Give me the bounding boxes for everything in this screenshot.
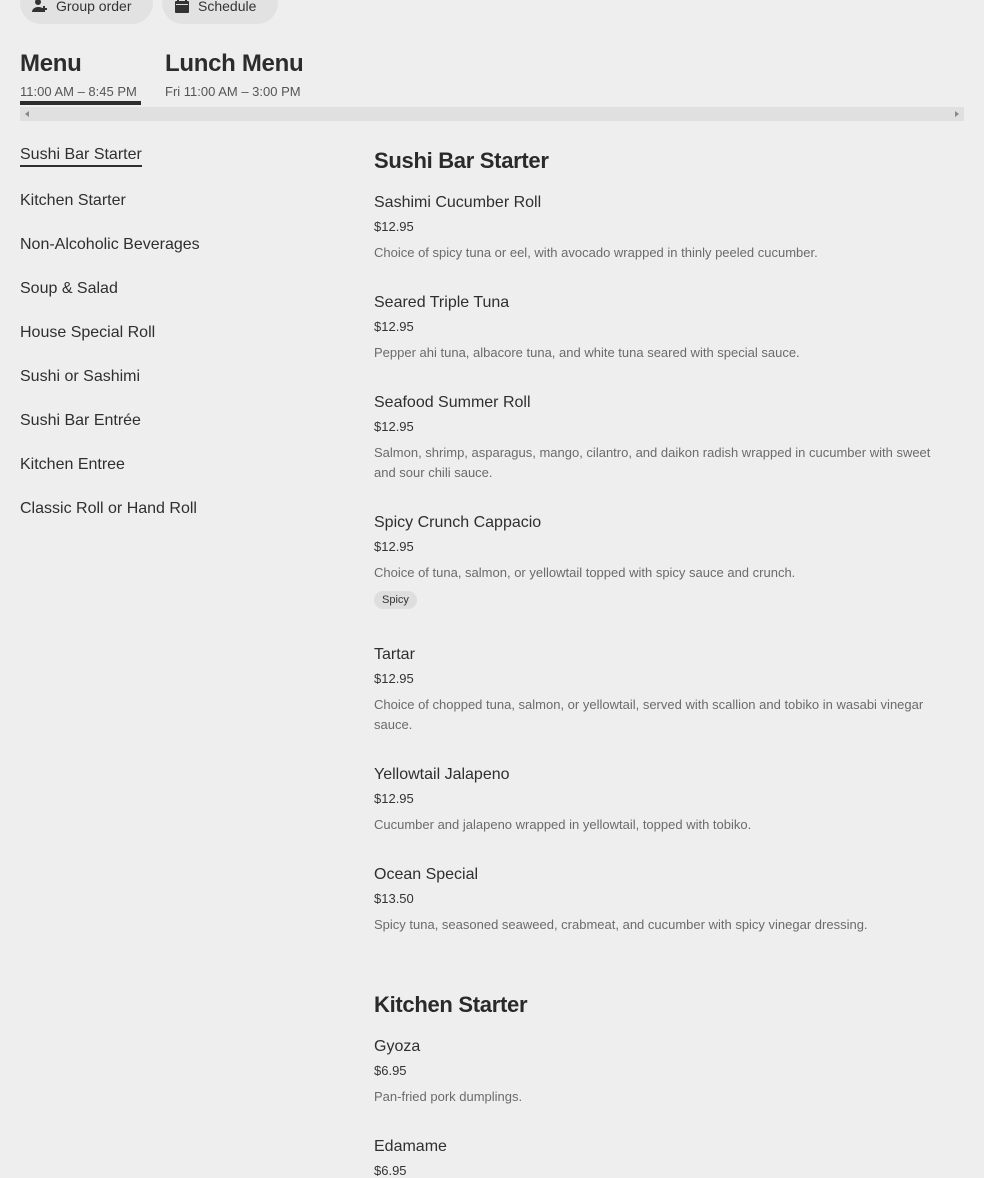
menu-item[interactable]: Tartar $12.95 Choice of chopped tuna, sa… — [374, 646, 964, 735]
menu-item[interactable]: Ocean Special $13.50 Spicy tuna, seasone… — [374, 866, 964, 935]
group-order-label: Group order — [56, 0, 132, 14]
tab-menu-title: Menu — [20, 50, 82, 77]
sidebar-item-house-special-roll[interactable]: House Special Roll — [20, 324, 155, 342]
tab-menu[interactable]: Menu 11:00 AM – 8:45 PM — [20, 50, 137, 99]
group-order-button[interactable]: Group order — [20, 0, 153, 24]
sidebar-item-classic-roll-hand-roll[interactable]: Classic Roll or Hand Roll — [20, 500, 197, 518]
sidebar-item-non-alcoholic-beverages[interactable]: Non-Alcoholic Beverages — [20, 236, 200, 254]
sidebar-item-sushi-bar-entree[interactable]: Sushi Bar Entrée — [20, 412, 141, 430]
item-price: $12.95 — [374, 539, 414, 554]
item-price: $12.95 — [374, 319, 414, 334]
item-description: Cucumber and jalapeno wrapped in yellowt… — [374, 817, 752, 832]
menu-item[interactable]: Spicy Crunch Cappacio $12.95 Choice of t… — [374, 514, 964, 609]
item-name: Seared Triple Tuna — [374, 294, 510, 311]
item-description: Choice of tuna, salmon, or yellowtail to… — [374, 565, 796, 580]
scroll-right-arrow-icon[interactable] — [955, 111, 959, 117]
sidebar-item-sushi-bar-starter[interactable]: Sushi Bar Starter — [20, 146, 142, 167]
tab-menu-hours: 11:00 AM – 8:45 PM — [20, 84, 137, 99]
sidebar-item-sushi-or-sashimi[interactable]: Sushi or Sashimi — [20, 368, 140, 386]
item-description: Pepper ahi tuna, albacore tuna, and whit… — [374, 345, 800, 360]
sidebar-item-soup-salad[interactable]: Soup & Salad — [20, 280, 118, 298]
item-name: Edamame — [374, 1138, 447, 1155]
menu-item[interactable]: Seared Triple Tuna $12.95 Pepper ahi tun… — [374, 294, 964, 363]
item-name: Ocean Special — [374, 866, 479, 883]
item-name: Spicy Crunch Cappacio — [374, 514, 542, 531]
schedule-label: Schedule — [198, 0, 257, 14]
menu-item[interactable]: Gyoza $6.95 Pan-fried pork dumplings. — [374, 1038, 964, 1107]
calendar-icon — [174, 0, 190, 14]
item-price: $13.50 — [374, 891, 414, 906]
sidebar-item-kitchen-starter[interactable]: Kitchen Starter — [20, 192, 126, 210]
item-description: Choice of spicy tuna or eel, with avocad… — [374, 245, 818, 260]
sidebar-item-kitchen-entree[interactable]: Kitchen Entree — [20, 456, 125, 474]
item-price: $6.95 — [374, 1163, 407, 1178]
item-name: Seafood Summer Roll — [374, 394, 531, 411]
schedule-button[interactable]: Schedule — [162, 0, 278, 24]
item-name: Yellowtail Jalapeno — [374, 766, 510, 783]
item-price: $12.95 — [374, 419, 414, 434]
item-name: Gyoza — [374, 1038, 421, 1055]
item-description: Spicy tuna, seasoned seaweed, crabmeat, … — [374, 917, 868, 932]
item-description: Salmon, shrimp, asparagus, mango, cilant… — [374, 445, 931, 480]
menu-item[interactable]: Yellowtail Jalapeno $12.95 Cucumber and … — [374, 766, 964, 835]
section-title: Kitchen Starter — [374, 992, 528, 1017]
item-name: Sashimi Cucumber Roll — [374, 194, 542, 211]
item-price: $12.95 — [374, 671, 414, 686]
tab-lunch-menu[interactable]: Lunch Menu Fri 11:00 AM – 3:00 PM — [165, 50, 304, 99]
scroll-left-arrow-icon[interactable] — [25, 111, 29, 117]
item-description: Pan-fried pork dumplings. — [374, 1089, 523, 1104]
add-person-icon — [32, 0, 48, 14]
item-description: Choice of chopped tuna, salmon, or yello… — [374, 697, 924, 732]
item-name: Tartar — [374, 646, 415, 663]
item-price: $6.95 — [374, 1063, 407, 1078]
spicy-badge: Spicy — [374, 591, 417, 609]
item-price: $12.95 — [374, 791, 414, 806]
item-price: $12.95 — [374, 219, 414, 234]
menu-item[interactable]: Seafood Summer Roll $12.95 Salmon, shrim… — [374, 394, 964, 483]
menu-item[interactable]: Sashimi Cucumber Roll $12.95 Choice of s… — [374, 194, 964, 263]
tab-lunch-menu-hours: Fri 11:00 AM – 3:00 PM — [165, 84, 301, 99]
horizontal-scrollbar[interactable] — [20, 107, 964, 121]
active-tab-indicator — [20, 101, 141, 105]
tab-lunch-menu-title: Lunch Menu — [165, 50, 304, 77]
section-title: Sushi Bar Starter — [374, 148, 549, 173]
menu-item[interactable]: Edamame $6.95 — [374, 1138, 964, 1178]
